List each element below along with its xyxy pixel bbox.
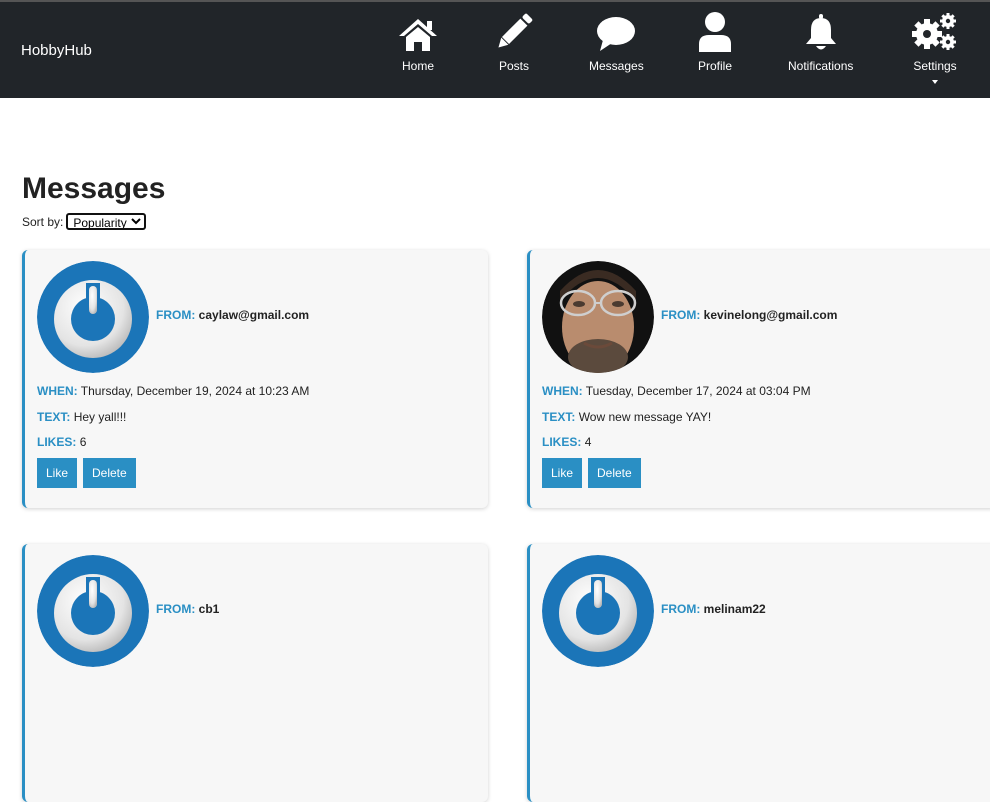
message-card: FROM: caylaw@gmail.com WHEN: Thursday, D… [22, 250, 488, 508]
nav-notifications[interactable]: Notifications [788, 12, 853, 73]
caret-down-icon [932, 80, 938, 84]
likes-row: LIKES: 4 [542, 435, 591, 449]
from-value: cb1 [198, 602, 220, 616]
nav-settings[interactable]: Settings [911, 12, 959, 84]
nav-profile-label: Profile [697, 59, 732, 73]
chat-bubble-icon [596, 12, 636, 52]
when-value: Thursday, December 19, 2024 at 10:23 AM [80, 384, 310, 398]
top-navbar: HobbyHub Home Posts Messages Profile Not… [0, 0, 990, 98]
nav-notifications-label: Notifications [788, 59, 854, 73]
when-value: Tuesday, December 17, 2024 at 03:04 PM [585, 384, 811, 398]
likes-value: 4 [584, 435, 592, 449]
nav-profile[interactable]: Profile [697, 12, 733, 73]
message-card: FROM: cb1 [22, 544, 488, 802]
likes-row: LIKES: 6 [37, 435, 86, 449]
nav-settings-label: Settings [913, 59, 957, 73]
from-label: FROM: [156, 602, 196, 616]
from-row: FROM: melinam22 [661, 602, 766, 616]
bell-icon [804, 12, 838, 52]
text-label: TEXT: [37, 410, 71, 424]
from-value: kevinelong@gmail.com [703, 308, 838, 322]
from-label: FROM: [156, 308, 196, 322]
avatar [542, 261, 654, 373]
nav-messages[interactable]: Messages [589, 12, 644, 73]
delete-button[interactable]: Delete [588, 458, 641, 488]
likes-label: LIKES: [37, 435, 77, 449]
text-value: Hey yall!!! [73, 410, 127, 424]
delete-button[interactable]: Delete [83, 458, 136, 488]
from-row: FROM: kevinelong@gmail.com [661, 308, 837, 322]
message-card: FROM: kevinelong@gmail.com WHEN: Tuesday… [527, 250, 990, 508]
nav-posts[interactable]: Posts [494, 12, 534, 73]
sort-label: Sort by: [22, 214, 64, 229]
from-label: FROM: [661, 602, 701, 616]
sort-control: Sort by: Popularity [22, 213, 147, 230]
text-value: Wow new message YAY! [578, 410, 712, 424]
message-card: FROM: melinam22 [527, 544, 990, 802]
home-icon [398, 12, 438, 52]
from-value: melinam22 [703, 602, 766, 616]
nav-posts-label: Posts [498, 59, 529, 73]
brand-logo[interactable]: HobbyHub [21, 42, 92, 59]
nav-messages-label: Messages [589, 59, 644, 73]
when-label: WHEN: [37, 384, 78, 398]
avatar [37, 555, 149, 667]
likes-value: 6 [79, 435, 87, 449]
sort-select[interactable]: Popularity [66, 213, 147, 230]
nav-home[interactable]: Home [398, 12, 438, 73]
from-row: FROM: caylaw@gmail.com [156, 308, 309, 322]
nav-home-label: Home [401, 59, 434, 73]
user-icon [697, 12, 733, 52]
when-row: WHEN: Thursday, December 19, 2024 at 10:… [37, 384, 309, 398]
text-label: TEXT: [542, 410, 576, 424]
text-row: TEXT: Hey yall!!! [37, 410, 126, 424]
text-row: TEXT: Wow new message YAY! [542, 410, 711, 424]
avatar [37, 261, 149, 373]
pencil-icon [494, 12, 534, 52]
from-row: FROM: cb1 [156, 602, 219, 616]
like-button[interactable]: Like [37, 458, 78, 488]
avatar [542, 555, 654, 667]
page-title: Messages [22, 172, 166, 205]
when-row: WHEN: Tuesday, December 17, 2024 at 03:0… [542, 384, 811, 398]
likes-label: LIKES: [542, 435, 582, 449]
like-button[interactable]: Like [542, 458, 583, 488]
gears-icon [911, 12, 959, 52]
from-label: FROM: [661, 308, 701, 322]
from-value: caylaw@gmail.com [198, 308, 310, 322]
when-label: WHEN: [542, 384, 583, 398]
